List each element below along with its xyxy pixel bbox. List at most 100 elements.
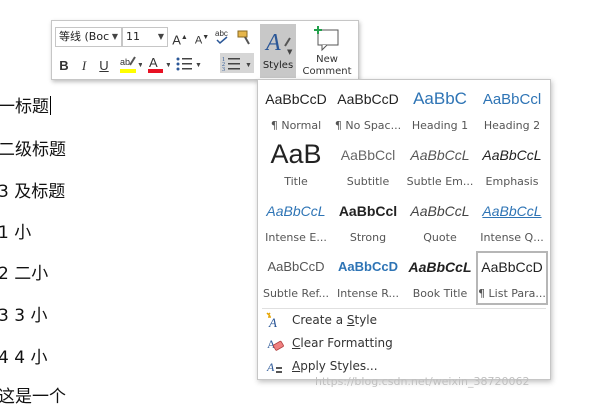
style-subtitle[interactable]: AaBbCcl Subtitle (332, 139, 404, 193)
style-sample: AaBbCcD (265, 91, 327, 107)
style-sample: AaBbCcL (482, 147, 542, 163)
style-emphasis[interactable]: AaBbCcL Emphasis (476, 139, 548, 193)
style-name: Intense R... (336, 287, 399, 300)
doc-line: 二级标题 (0, 140, 66, 160)
clear-formatting-command[interactable]: A Clear Formatting (262, 333, 542, 355)
new-comment-label-line2: Comment (302, 66, 352, 77)
style-heading-2[interactable]: AaBbCcl Heading 2 (476, 83, 548, 137)
doc-line: 3 及标题 (0, 182, 66, 202)
numbering-button[interactable]: 1 2 3 ▼ (220, 53, 254, 73)
style-name: Heading 1 (411, 119, 469, 132)
font-color-icon: A ▼ (148, 55, 172, 73)
style-name: Subtle Ref... (262, 287, 330, 300)
svg-text:▼: ▼ (195, 61, 202, 69)
style-normal[interactable]: AaBbCcD ¶ Normal (260, 83, 332, 137)
numbered-list-icon: 1 2 3 ▼ (222, 57, 252, 73)
doc-line-text: 一标题 (0, 97, 49, 117)
style-name: Subtle Em... (406, 175, 474, 188)
styles-icon: A ▼ (264, 30, 293, 56)
new-comment-label-line1: New (316, 54, 338, 65)
style-name: Intense E... (265, 231, 327, 244)
style-sample: AaBbCcL (408, 259, 472, 275)
svg-text:▼: ▼ (245, 61, 252, 69)
svg-text:abc: abc (215, 29, 228, 38)
underline-button[interactable]: U (96, 56, 112, 76)
svg-text:A: A (264, 30, 281, 56)
style-subtle-emphasis[interactable]: AaBbCcL Subtle Em... (404, 139, 476, 193)
style-title[interactable]: AaB Title (260, 139, 332, 193)
svg-text:▼: ▼ (137, 61, 142, 69)
style-sample: AaBbCcL (410, 147, 470, 163)
clear-formatting-icon: A (267, 337, 284, 351)
bold-button[interactable]: B (56, 56, 72, 76)
style-name: Heading 2 (483, 119, 541, 132)
svg-text:A: A (149, 55, 158, 70)
svg-text:ab: ab (120, 57, 130, 67)
style-sample: AaBbCcl (338, 203, 398, 219)
chevron-down-icon: ▼ (111, 32, 118, 41)
font-color-button[interactable]: A ▼ (146, 53, 172, 73)
chevron-down-icon: ▼ (157, 32, 164, 41)
font-name-combo[interactable]: 等线 (Boc ▼ (55, 27, 122, 47)
create-style-icon: A (266, 312, 277, 330)
svg-text:A: A (266, 360, 275, 374)
style-intense-quote[interactable]: AaBbCcL Intense Q... (476, 195, 548, 249)
style-sample: AaBbCcL (410, 203, 470, 219)
new-comment-label: New Comment (298, 54, 356, 78)
italic-icon: I (81, 58, 87, 73)
style-intense-reference[interactable]: AaBbCcD Intense R... (332, 251, 404, 305)
clear-formatting-label: Clear Formatting (292, 336, 393, 350)
style-quote[interactable]: AaBbCcL Quote (404, 195, 476, 249)
paintbrush-icon (237, 30, 250, 45)
style-name: Quote (423, 231, 457, 244)
grow-font-button[interactable]: A▲ (172, 28, 188, 48)
spelling-abc-icon: abc (215, 29, 228, 45)
style-heading-1[interactable]: AaBbC Heading 1 (404, 83, 476, 137)
style-no-spacing[interactable]: AaBbCcD ¶ No Spac... (332, 83, 404, 137)
highlight-button[interactable]: ab ▼ (118, 53, 144, 73)
doc-line: 一标题 (0, 92, 51, 117)
doc-line: 2 二小 (0, 264, 49, 284)
style-sample: AaBbCcl (482, 91, 542, 108)
style-name: ¶ List Para... (478, 287, 546, 300)
style-name: Intense Q... (480, 231, 544, 244)
style-sample: AaBbCcD (338, 259, 398, 274)
style-name: Strong (349, 231, 387, 244)
styles-button[interactable]: A ▼ Styles (260, 24, 296, 78)
format-painter-button[interactable] (235, 27, 253, 47)
new-comment-button[interactable]: New Comment (298, 24, 356, 78)
italic-button[interactable]: I (76, 56, 92, 76)
style-sample: AaBbCcL (482, 203, 542, 219)
doc-line: 这是一个 (0, 387, 66, 407)
style-name: ¶ No Spac... (334, 119, 402, 132)
style-name: Emphasis (485, 175, 539, 188)
shrink-font-button[interactable]: A▼ (194, 28, 210, 48)
style-subtle-reference[interactable]: AaBbCcD Subtle Ref... (260, 251, 332, 305)
bullets-button[interactable]: ▼ (174, 53, 204, 73)
style-list-paragraph[interactable]: AaBbCcD ¶ List Para... (476, 251, 548, 305)
bold-icon: B (59, 58, 69, 73)
style-sample: AaBbCcl (340, 147, 396, 163)
bullet-list-icon: ▼ (176, 57, 202, 71)
spelling-button[interactable]: abc (214, 27, 232, 47)
style-sample: AaBbCcD (481, 259, 543, 275)
svg-text:3: 3 (222, 67, 225, 73)
mini-toolbar: 等线 (Boc ▼ 11 ▼ A▲ A▼ abc B I U ab ▼ A ▼ … (51, 20, 359, 80)
style-name: Title (284, 175, 308, 188)
grow-font-icon: A (172, 32, 181, 48)
apply-styles-label: Apply Styles... (292, 359, 378, 373)
style-sample: AaBbCcD (337, 91, 399, 107)
watermark: https://blog.csdn.net/weixin_38720062 (315, 375, 530, 388)
svg-text:▼: ▼ (287, 48, 293, 56)
style-strong[interactable]: AaBbCcl Strong (332, 195, 404, 249)
apply-styles-icon: A (266, 360, 282, 374)
font-size-value: 11 (126, 30, 140, 43)
style-intense-emphasis[interactable]: AaBbCcL Intense E... (260, 195, 332, 249)
highlighter-icon: ab ▼ (120, 56, 144, 73)
underline-icon: U (99, 58, 109, 73)
style-sample: AaBbCcL (266, 203, 326, 219)
style-book-title[interactable]: AaBbCcL Book Title (404, 251, 476, 305)
styles-label: Styles (262, 60, 294, 71)
font-size-combo[interactable]: 11 ▼ (122, 27, 168, 47)
create-style-command[interactable]: A Create a Style (262, 310, 542, 332)
